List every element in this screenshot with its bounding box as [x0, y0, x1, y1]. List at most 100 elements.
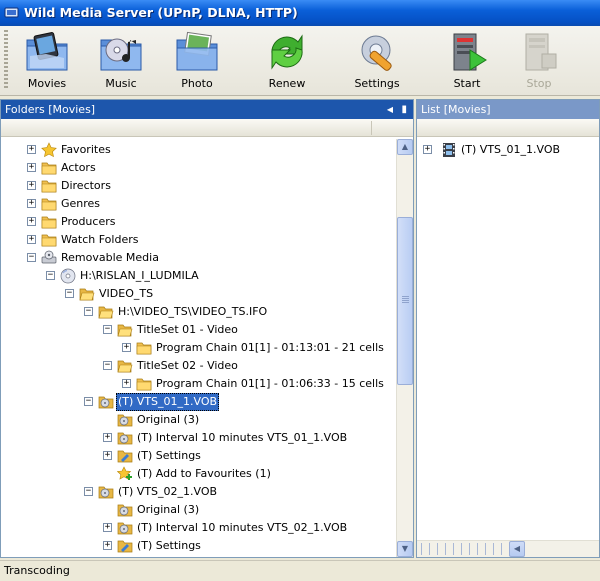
- tree-item[interactable]: + Watch Folders: [1, 231, 396, 249]
- expand-toggle[interactable]: +: [103, 451, 112, 460]
- stop-button[interactable]: Stop: [508, 28, 570, 94]
- tree-item[interactable]: + (T) Settings: [1, 537, 396, 555]
- list-item-label: (T) VTS_01_1.VOB: [461, 143, 561, 156]
- photo-button-label: Photo: [181, 77, 213, 90]
- tree-item[interactable]: (T) Add to Favourites (1): [1, 465, 396, 483]
- movies-button[interactable]: Movies: [16, 28, 78, 94]
- tree-item-label: Program Chain 01[1] - 01:13:01 - 21 cell…: [156, 341, 384, 354]
- start-button[interactable]: Start: [436, 28, 498, 94]
- folders-vertical-scrollbar[interactable]: ▲ ▼: [396, 139, 413, 557]
- expand-toggle[interactable]: −: [46, 271, 55, 280]
- scroll-down-button[interactable]: ▼: [397, 541, 413, 557]
- movies-folder-icon: [26, 32, 68, 71]
- tree-item[interactable]: Original (3): [1, 501, 396, 519]
- music-button[interactable]: Music: [90, 28, 152, 94]
- photo-button[interactable]: Photo: [166, 28, 228, 94]
- tree-column-header[interactable]: [1, 119, 413, 137]
- panel-menu-arrow-icon[interactable]: ◀: [387, 100, 393, 119]
- add-favourite-icon: [117, 466, 132, 480]
- tree-item-label: H:\RISLAN_I_LUDMILA: [80, 269, 199, 282]
- list-column-header[interactable]: [417, 119, 599, 137]
- expand-toggle[interactable]: +: [103, 523, 112, 532]
- tree-item-label: VIDEO_TS: [99, 287, 154, 300]
- list-panel: List [Movies] + (T) VTS_01_1.VOB ◀: [416, 99, 600, 558]
- tree-item[interactable]: − H:\VIDEO_TS\VIDEO_TS.IFO: [1, 303, 396, 321]
- folder-tree[interactable]: + Favorites + Actors + Directors + Genres + Produ…: [1, 139, 396, 557]
- tree-item-label: Original (3): [137, 413, 200, 426]
- expand-toggle[interactable]: +: [423, 145, 432, 154]
- toolbar: Movies Music Photo Renew Settings Start …: [0, 26, 600, 96]
- tree-item[interactable]: − TitleSet 02 - Video: [1, 357, 396, 375]
- star-icon: [41, 142, 57, 158]
- tree-item-label: Actors: [61, 161, 96, 174]
- tree-item-label: Directors: [61, 179, 111, 192]
- expand-toggle[interactable]: +: [27, 145, 36, 154]
- renew-button[interactable]: Renew: [256, 28, 318, 94]
- tree-item-label: Removable Media: [61, 251, 159, 264]
- tree-item[interactable]: + Directors: [1, 177, 396, 195]
- expand-toggle[interactable]: +: [27, 163, 36, 172]
- renew-button-label: Renew: [268, 77, 306, 90]
- expand-toggle[interactable]: −: [27, 253, 36, 262]
- movies-button-label: Movies: [27, 77, 67, 90]
- expand-toggle[interactable]: −: [65, 289, 74, 298]
- list-horizontal-scrollbar[interactable]: ◀: [417, 540, 599, 557]
- expand-toggle[interactable]: +: [27, 181, 36, 190]
- expand-toggle[interactable]: +: [27, 199, 36, 208]
- folder-icon: [41, 162, 57, 175]
- expand-toggle[interactable]: −: [84, 397, 93, 406]
- expand-toggle[interactable]: −: [84, 487, 93, 496]
- scroll-left-button[interactable]: ◀: [509, 541, 525, 557]
- tree-item-label: TitleSet 02 - Video: [137, 359, 238, 372]
- expand-toggle[interactable]: −: [103, 325, 112, 334]
- expand-toggle[interactable]: +: [103, 433, 112, 442]
- list-view-column-strip: [421, 543, 507, 555]
- expand-toggle[interactable]: −: [103, 361, 112, 370]
- expand-toggle[interactable]: +: [122, 343, 131, 352]
- folders-panel-header: Folders [Movies] ◀ ▮: [1, 100, 413, 119]
- tree-item-label: (T) Add to Favourites (1): [137, 467, 271, 480]
- settings-button[interactable]: Settings: [346, 28, 408, 94]
- stop-server-icon: [525, 33, 557, 71]
- start-server-icon: [453, 33, 487, 71]
- tree-item-label: Program Chain 01[1] - 01:06:33 - 15 cell…: [156, 377, 384, 390]
- expand-toggle[interactable]: −: [84, 307, 93, 316]
- tree-item-label: H:\VIDEO_TS\VIDEO_TS.IFO: [118, 305, 268, 318]
- tree-item[interactable]: − (T) VTS_01_1.VOB: [1, 393, 396, 411]
- folder-open-icon: [79, 288, 95, 301]
- expand-toggle[interactable]: +: [103, 541, 112, 550]
- tree-item-label: TitleSet 01 - Video: [137, 323, 238, 336]
- tree-item[interactable]: − VIDEO_TS: [1, 285, 396, 303]
- tree-item[interactable]: − H:\RISLAN_I_LUDMILA: [1, 267, 396, 285]
- expand-toggle[interactable]: +: [122, 379, 131, 388]
- folder-icon: [136, 378, 152, 391]
- tree-item-label: (T) VTS_01_1.VOB: [116, 393, 220, 411]
- music-folder-icon: [100, 38, 142, 71]
- pin-icon[interactable]: ▮: [401, 100, 407, 119]
- title-bar[interactable]: Wild Media Server (UPnP, DLNA, HTTP): [0, 0, 600, 26]
- tree-item[interactable]: + Genres: [1, 195, 396, 213]
- tree-item[interactable]: + (T) Settings: [1, 447, 396, 465]
- tree-item[interactable]: + Program Chain 01[1] - 01:13:01 - 21 cel…: [1, 339, 396, 357]
- tree-item[interactable]: + Producers: [1, 213, 396, 231]
- expand-toggle[interactable]: +: [27, 217, 36, 226]
- tree-item[interactable]: + (T) Interval 10 minutes VTS_01_1.VOB: [1, 429, 396, 447]
- tree-item[interactable]: + (T) Interval 10 minutes VTS_02_1.VOB: [1, 519, 396, 537]
- scroll-thumb[interactable]: [397, 217, 413, 385]
- tree-item[interactable]: − TitleSet 01 - Video: [1, 321, 396, 339]
- app-icon: [4, 7, 19, 18]
- toolbar-grip[interactable]: [4, 30, 8, 90]
- music-button-label: Music: [105, 77, 137, 90]
- folder-icon: [41, 198, 57, 211]
- film-icon: [443, 143, 455, 157]
- tree-item[interactable]: − Removable Media: [1, 249, 396, 267]
- folder-icon: [41, 234, 57, 247]
- tree-item[interactable]: − (T) VTS_02_1.VOB: [1, 483, 396, 501]
- transcode-folder-icon: [98, 486, 114, 499]
- scroll-up-button[interactable]: ▲: [397, 139, 413, 155]
- tree-item[interactable]: + Actors: [1, 159, 396, 177]
- tree-item[interactable]: Original (3): [1, 411, 396, 429]
- tree-item[interactable]: + Program Chain 01[1] - 01:06:33 - 15 cel…: [1, 375, 396, 393]
- expand-toggle[interactable]: +: [27, 235, 36, 244]
- tree-item[interactable]: + Favorites: [1, 141, 396, 159]
